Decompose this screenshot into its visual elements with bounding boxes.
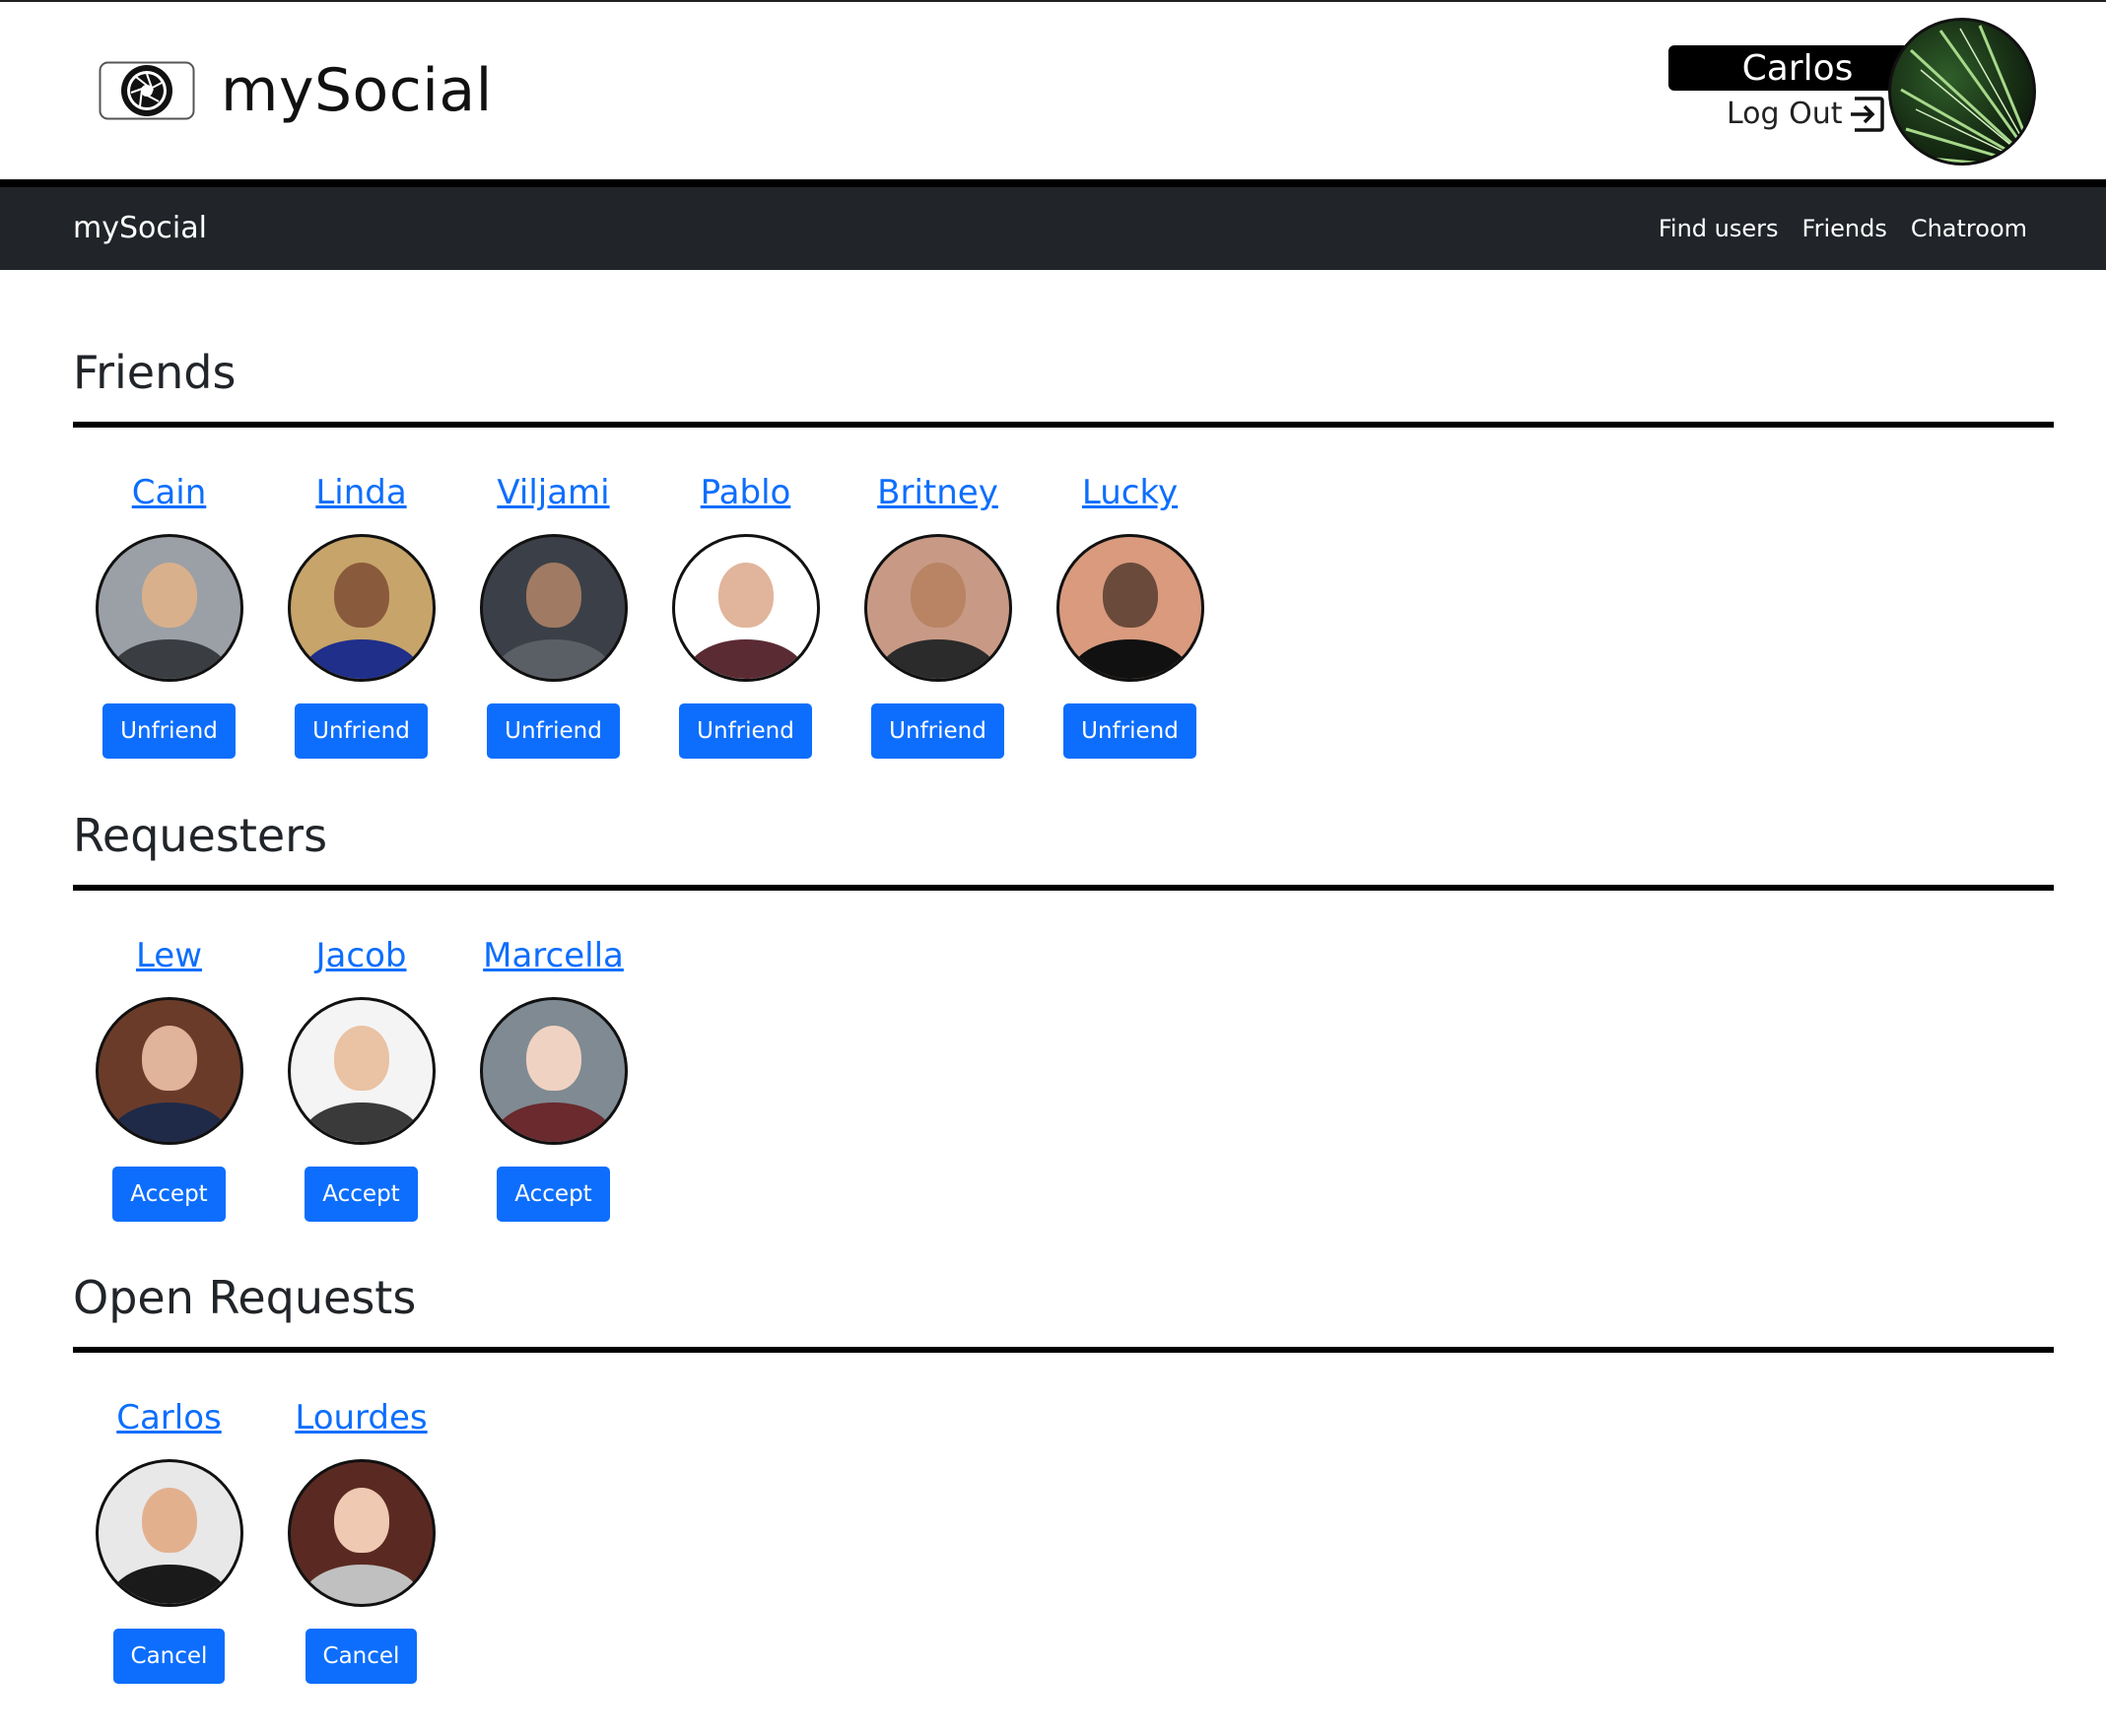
accept-button[interactable]: Accept bbox=[112, 1167, 226, 1222]
logout-label: Log Out bbox=[1727, 97, 1843, 131]
nav-link-friends[interactable]: Friends bbox=[1802, 215, 1887, 242]
cancel-button[interactable]: Cancel bbox=[112, 1629, 226, 1684]
unfriend-button[interactable]: Unfriend bbox=[102, 703, 236, 759]
friend-avatar[interactable] bbox=[479, 534, 628, 682]
requester-avatar[interactable] bbox=[95, 997, 243, 1145]
friend-name-link[interactable]: Viljami bbox=[497, 471, 609, 514]
friends-list: Cain Unfriend Linda Unfriend Viljami Unf… bbox=[73, 471, 1226, 759]
requester-avatar[interactable] bbox=[287, 997, 436, 1145]
open-request-name-link[interactable]: Carlos bbox=[116, 1396, 222, 1439]
cancel-button[interactable]: Cancel bbox=[305, 1629, 418, 1684]
open-request-name-link[interactable]: Lourdes bbox=[295, 1396, 427, 1439]
section-divider bbox=[73, 885, 2054, 891]
app-header: mySocial Carlos Log Out bbox=[0, 2, 2106, 179]
requester-card: Lew Accept bbox=[73, 934, 265, 1222]
accept-button[interactable]: Accept bbox=[305, 1167, 418, 1222]
navbar-top-border bbox=[0, 179, 2106, 187]
friend-card: Cain Unfriend bbox=[73, 471, 265, 759]
unfriend-button[interactable]: Unfriend bbox=[295, 703, 428, 759]
section-title-requesters: Requesters bbox=[73, 809, 328, 862]
open-requests-section: Open Requests Carlos Cancel Lourdes Canc… bbox=[73, 1268, 2054, 1684]
requester-card: Marcella Accept bbox=[457, 934, 649, 1222]
friend-name-link[interactable]: Pablo bbox=[701, 471, 791, 514]
open-request-card: Carlos Cancel bbox=[73, 1396, 265, 1684]
friends-section: Friends Cain Unfriend Linda Unfriend Vil… bbox=[73, 343, 2054, 759]
friend-card: Viljami Unfriend bbox=[457, 471, 649, 759]
requesters-section: Requesters Lew Accept Jacob Accept Marce… bbox=[73, 806, 2054, 1222]
section-title-friends: Friends bbox=[73, 346, 237, 399]
unfriend-button[interactable]: Unfriend bbox=[487, 703, 620, 759]
navbar-brand-link[interactable]: mySocial bbox=[73, 187, 207, 270]
camera-shutter-icon bbox=[99, 61, 195, 120]
open-requests-list: Carlos Cancel Lourdes Cancel bbox=[73, 1396, 457, 1684]
friend-avatar[interactable] bbox=[671, 534, 820, 682]
friend-avatar[interactable] bbox=[1055, 534, 1204, 682]
friend-avatar[interactable] bbox=[287, 534, 436, 682]
brand-title: mySocial bbox=[221, 56, 493, 125]
section-divider bbox=[73, 1347, 2054, 1353]
log-out-icon bbox=[1850, 97, 1884, 132]
requester-avatar[interactable] bbox=[479, 997, 628, 1145]
accept-button[interactable]: Accept bbox=[497, 1167, 610, 1222]
nav-link-find-users[interactable]: Find users bbox=[1659, 215, 1779, 242]
unfriend-button[interactable]: Unfriend bbox=[1063, 703, 1196, 759]
navbar-links: Find users Friends Chatroom bbox=[1659, 187, 2027, 270]
friend-card: Pablo Unfriend bbox=[649, 471, 842, 759]
unfriend-button[interactable]: Unfriend bbox=[871, 703, 1004, 759]
friend-card: Linda Unfriend bbox=[265, 471, 457, 759]
requester-name-link[interactable]: Jacob bbox=[316, 934, 407, 977]
friend-avatar[interactable] bbox=[863, 534, 1012, 682]
friend-name-link[interactable]: Lucky bbox=[1082, 471, 1178, 514]
friend-name-link[interactable]: Britney bbox=[877, 471, 998, 514]
open-request-avatar[interactable] bbox=[95, 1459, 243, 1607]
palm-leaf-image bbox=[1900, 25, 2033, 163]
unfriend-button[interactable]: Unfriend bbox=[679, 703, 812, 759]
logout-button[interactable]: Log Out bbox=[1727, 93, 1886, 136]
open-request-avatar[interactable] bbox=[287, 1459, 436, 1607]
friend-card: Lucky Unfriend bbox=[1034, 471, 1226, 759]
open-request-card: Lourdes Cancel bbox=[265, 1396, 457, 1684]
nav-link-chatroom[interactable]: Chatroom bbox=[1911, 215, 2027, 242]
friend-card: Britney Unfriend bbox=[842, 471, 1034, 759]
current-user-avatar[interactable] bbox=[1888, 18, 2036, 166]
friend-avatar[interactable] bbox=[95, 534, 243, 682]
requester-name-link[interactable]: Marcella bbox=[483, 934, 624, 977]
requesters-list: Lew Accept Jacob Accept Marcella Accept bbox=[73, 934, 649, 1222]
friend-name-link[interactable]: Cain bbox=[132, 471, 207, 514]
navbar: mySocial Find users Friends Chatroom bbox=[0, 187, 2106, 270]
requester-card: Jacob Accept bbox=[265, 934, 457, 1222]
section-title-open-requests: Open Requests bbox=[73, 1271, 417, 1324]
friend-name-link[interactable]: Linda bbox=[315, 471, 406, 514]
requester-name-link[interactable]: Lew bbox=[136, 934, 202, 977]
section-divider bbox=[73, 422, 2054, 428]
